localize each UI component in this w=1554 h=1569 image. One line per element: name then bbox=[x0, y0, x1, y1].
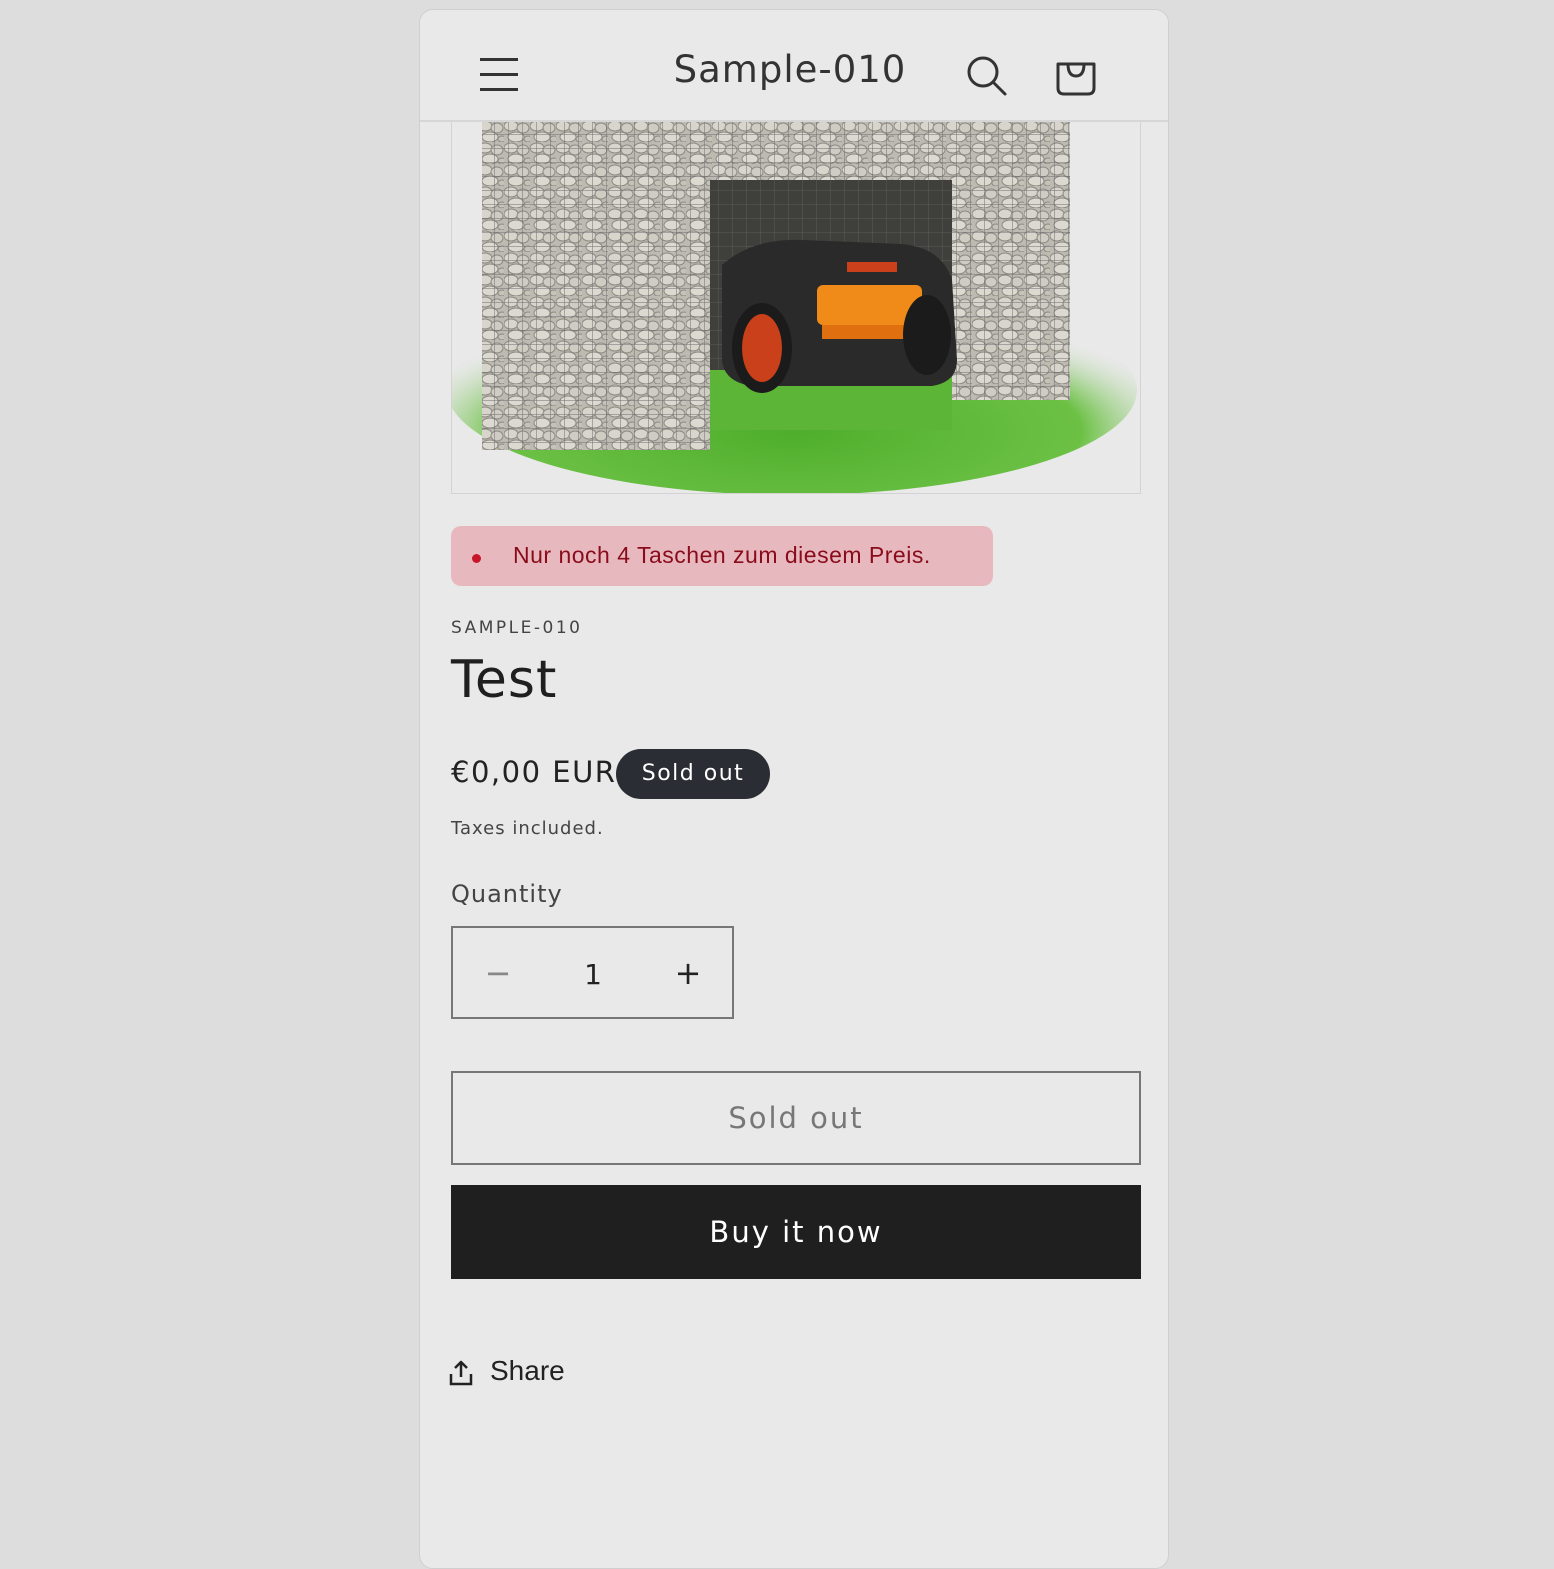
taxes-note: Taxes included. bbox=[451, 818, 604, 839]
store-name-link[interactable]: Sample-010 bbox=[650, 48, 930, 91]
site-header: Sample-010 bbox=[420, 10, 1168, 122]
quantity-stepper: − 1 + bbox=[451, 926, 734, 1019]
sold-out-badge: Sold out bbox=[616, 749, 770, 799]
share-icon bbox=[448, 1359, 474, 1387]
quantity-increase-button[interactable]: + bbox=[663, 948, 713, 998]
product-price: €0,00 EUR bbox=[451, 755, 617, 789]
share-label: Share bbox=[490, 1355, 565, 1386]
product-vendor: SAMPLE-010 bbox=[451, 618, 583, 638]
quantity-input[interactable]: 1 bbox=[553, 950, 633, 1000]
quantity-decrease-button[interactable]: − bbox=[473, 948, 523, 998]
stock-alert-text: Nur noch 4 Taschen zum diesem Preis. bbox=[513, 542, 931, 568]
search-icon[interactable] bbox=[965, 54, 1009, 98]
buy-now-button[interactable]: Buy it now bbox=[451, 1185, 1141, 1279]
add-to-cart-button[interactable]: Sold out bbox=[451, 1071, 1141, 1165]
cart-icon[interactable] bbox=[1054, 54, 1098, 98]
quantity-label: Quantity bbox=[451, 880, 563, 908]
mobile-viewport: Sample-010 Nur noch 4 Taschen zum diesem… bbox=[419, 9, 1169, 1569]
alert-dot-icon bbox=[472, 554, 481, 563]
menu-icon[interactable] bbox=[480, 56, 520, 94]
product-image[interactable] bbox=[451, 120, 1141, 494]
stock-alert: Nur noch 4 Taschen zum diesem Preis. bbox=[451, 526, 993, 586]
product-title: Test bbox=[451, 650, 558, 710]
